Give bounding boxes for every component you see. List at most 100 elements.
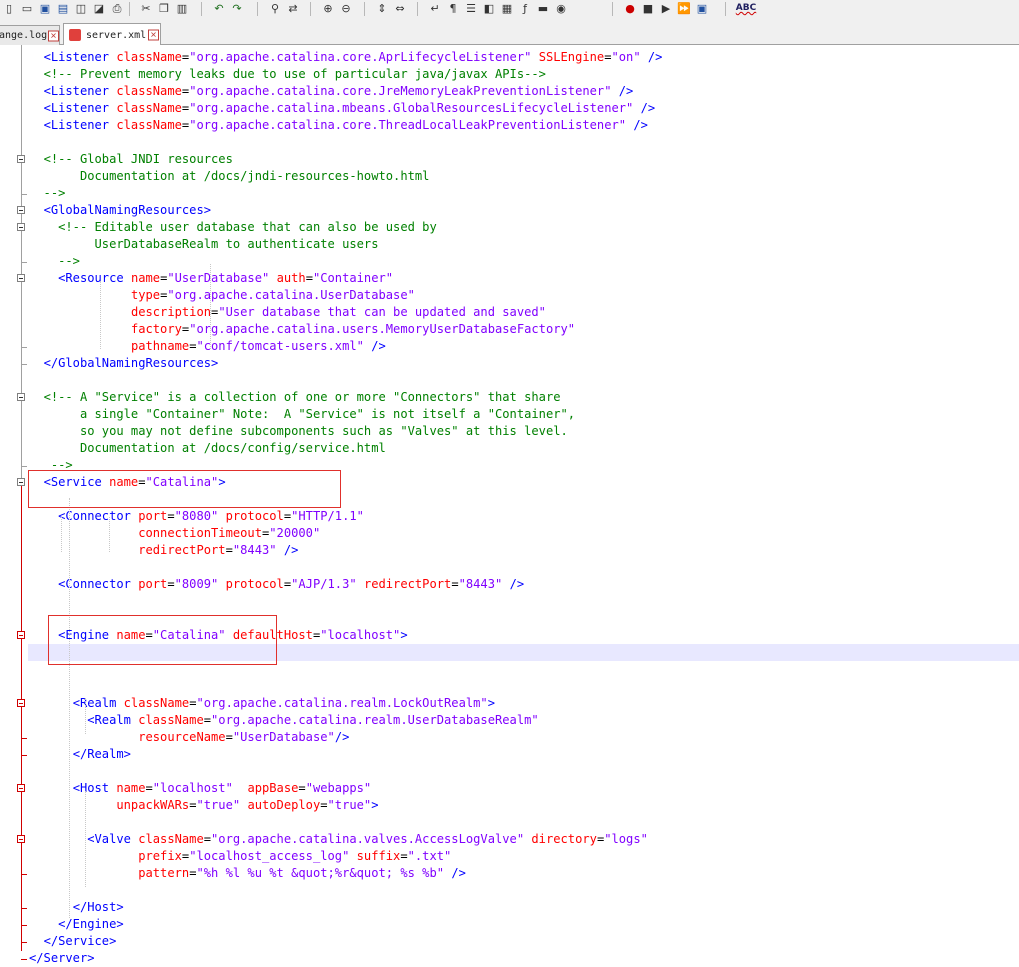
fold-end-marker [21,959,27,960]
service-highlight-box [28,470,341,508]
fold-end-marker [21,347,27,348]
code-line: pattern="%h %l %u %t &quot;%r&quot; %s %… [138,866,466,880]
function-list-icon[interactable]: ƒ [516,0,534,17]
fold-toggle-icon[interactable] [17,784,25,792]
indent-guide-icon[interactable]: ☰ [462,0,480,17]
code-line: </GlobalNamingResources> [43,356,219,370]
fold-toggle-icon[interactable] [17,478,25,486]
zoom-out-icon[interactable]: ⊖ [337,0,355,17]
sync-vertical-icon[interactable]: ⇕ [373,0,391,17]
monitoring-icon[interactable]: ◉ [552,0,570,17]
fold-end-marker [21,925,27,926]
tab-change-log[interactable]: ange.log ✕ [0,25,60,45]
tab-server-xml[interactable]: server.xml ✕ [63,23,161,46]
code-line: <Listener className="org.apache.catalina… [43,101,656,115]
code-line: <Realm className="org.apache.catalina.re… [72,696,495,710]
toolbar: ▯ ▭ ▣ ▤ ◫ ◪ ⎙ ✂ ❐ ▥ ↶ ↷ ⚲ ⇄ ⊕ ⊖ ⇕ ⇔ ↵ ¶ ☰ ◧ ▦ ƒ ▬ ◉ ● ■ ▶ ⏩ ▣ ABC [0,0,1019,18]
fold-end-marker [21,738,27,739]
find-icon[interactable]: ⚲ [266,0,284,17]
code-line: pathname="conf/tomcat-users.xml" /> [130,339,386,353]
indent-guide [85,791,86,887]
code-line: <Listener className="org.apache.catalina… [43,84,634,98]
fold-toggle-icon[interactable] [17,155,25,163]
code-line: <Valve className="org.apache.catalina.va… [87,832,648,846]
code-line: </Engine> [58,917,124,931]
undo-icon[interactable]: ↶ [210,0,228,17]
code-line: </Host> [72,900,124,914]
fold-end-marker [21,466,27,467]
run-macro-multiple-icon[interactable]: ⏩ [675,0,693,17]
fold-toggle-icon[interactable] [17,631,25,639]
save-icon[interactable]: ▣ [36,0,54,17]
show-all-chars-icon[interactable]: ¶ [444,0,462,17]
new-file-icon[interactable]: ▯ [0,0,18,17]
close-all-icon[interactable]: ◪ [90,0,108,17]
spell-check-icon[interactable]: ABC [735,0,757,17]
indent-guide [85,698,86,734]
code-line: </Realm> [72,747,131,761]
fold-toggle-icon[interactable] [17,835,25,843]
fold-end-marker [21,874,27,875]
code-line: <Realm className="org.apache.catalina.re… [87,713,539,727]
close-file-icon[interactable]: ◫ [72,0,90,17]
print-icon[interactable]: ⎙ [108,0,126,17]
play-macro-icon[interactable]: ▶ [657,0,675,17]
user-defined-lang-icon[interactable]: ◧ [480,0,498,17]
doc-map-icon[interactable]: ▦ [498,0,516,17]
fold-end-marker [21,262,27,263]
cut-icon[interactable]: ✂ [137,0,155,17]
toolbar-separator [417,2,418,16]
close-tab-icon[interactable]: ✕ [48,30,59,41]
code-line: type="org.apache.catalina.UserDatabase" [130,288,415,302]
code-line: Documentation at /docs/jndi-resources-ho… [29,169,430,183]
open-file-icon[interactable]: ▭ [18,0,36,17]
code-line: <!-- Prevent memory leaks due to use of … [43,67,546,81]
spell-check-label: ABC [735,3,757,13]
fold-line [21,480,22,951]
fold-end-marker [21,364,27,365]
record-macro-icon[interactable]: ● [621,0,639,17]
sync-horizontal-icon[interactable]: ⇔ [391,0,409,17]
file-modified-icon [69,29,81,41]
save-macro-icon[interactable]: ▣ [693,0,711,17]
fold-toggle-icon[interactable] [17,699,25,707]
close-tab-icon[interactable]: ✕ [148,29,159,41]
code-line: resourceName="UserDatabase"/> [138,730,350,744]
code-line: </Server> [29,951,95,965]
code-line: unpackWARs="true" autoDeploy="true"> [116,798,379,812]
indent-guide [69,498,70,918]
toolbar-separator [257,2,258,16]
code-line: </Service> [43,934,117,948]
zoom-in-icon[interactable]: ⊕ [319,0,337,17]
fold-margin [12,45,28,960]
code-line: <Listener className="org.apache.catalina… [43,50,663,64]
fold-toggle-icon[interactable] [17,274,25,282]
tab-bar: ange.log ✕ server.xml ✕ [0,18,1019,46]
code-line: --> [29,254,80,268]
fold-toggle-icon[interactable] [17,206,25,214]
redo-icon[interactable]: ↷ [228,0,246,17]
replace-icon[interactable]: ⇄ [284,0,302,17]
code-line: <Resource name="UserDatabase" auth="Cont… [58,271,394,285]
toolbar-separator [364,2,365,16]
toolbar-separator [612,2,613,16]
fold-toggle-icon[interactable] [17,393,25,401]
indent-guide [210,264,211,349]
toolbar-separator [310,2,311,16]
save-all-icon[interactable]: ▤ [54,0,72,17]
code-line: <Host name="localhost" appBase="webapps" [72,781,372,795]
fold-toggle-icon[interactable] [17,223,25,231]
toolbar-separator [129,2,130,16]
copy-icon[interactable]: ❐ [155,0,173,17]
paste-icon[interactable]: ▥ [173,0,191,17]
stop-macro-icon[interactable]: ■ [639,0,657,17]
toolbar-separator [725,2,726,16]
code-editor[interactable]: <Listener className="org.apache.catalina… [0,45,1019,965]
folder-workspace-icon[interactable]: ▬ [534,0,552,17]
code-line: so you may not define subcomponents such… [29,424,568,438]
indent-guide [61,517,62,552]
fold-end-marker [21,194,27,195]
code-line: <!-- Editable user database that can als… [58,220,437,234]
code-line: <!-- Global JNDI resources [43,152,233,166]
word-wrap-icon[interactable]: ↵ [426,0,444,17]
